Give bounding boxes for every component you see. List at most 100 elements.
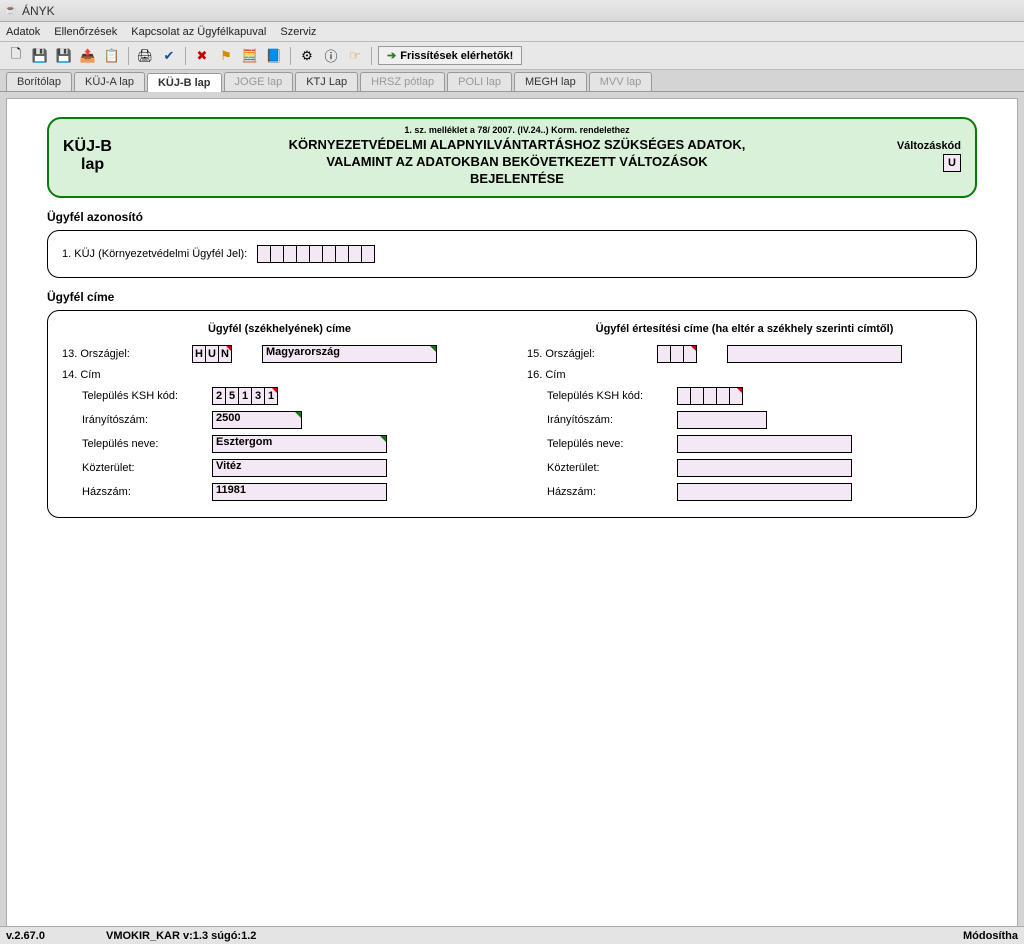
tab-hrsz[interactable]: HRSZ pótlap bbox=[360, 72, 445, 91]
refresh-arrow-icon: ➔ bbox=[387, 49, 396, 62]
tab-kuj-b[interactable]: KÜJ-B lap bbox=[147, 73, 222, 92]
ksh-cell[interactable] bbox=[729, 387, 743, 405]
oj-cell[interactable] bbox=[657, 345, 671, 363]
kuj-cell[interactable] bbox=[322, 245, 336, 263]
menu-ellenorzesek[interactable]: Ellenőrzések bbox=[54, 26, 117, 38]
book-icon[interactable]: 📘 bbox=[264, 46, 284, 66]
kozt-b-label: Közterület: bbox=[527, 462, 677, 474]
ksh-cell[interactable]: 1 bbox=[264, 387, 278, 405]
ksh-cell[interactable] bbox=[690, 387, 704, 405]
telep-a-label: Település neve: bbox=[62, 438, 212, 450]
oj-cell[interactable]: U bbox=[205, 345, 219, 363]
delete-icon[interactable]: ✖ bbox=[192, 46, 212, 66]
ksh-cell[interactable]: 2 bbox=[212, 387, 226, 405]
menu-kapcsolat[interactable]: Kapcsolat az Ügyfélkapuval bbox=[131, 26, 266, 38]
oj-cell[interactable] bbox=[683, 345, 697, 363]
header-title-3: BEJELENTÉSE bbox=[173, 171, 861, 186]
header-right: Változáskód U bbox=[861, 140, 961, 172]
kuj-cell[interactable] bbox=[361, 245, 375, 263]
gear-icon[interactable]: ⚙ bbox=[297, 46, 317, 66]
telep-b-label: Település neve: bbox=[527, 438, 677, 450]
cime-box: Ügyfél (székhelyének) címe 13. Országjel… bbox=[47, 310, 977, 518]
orszagjel-b-cells[interactable] bbox=[657, 345, 697, 363]
kuj-cell[interactable] bbox=[283, 245, 297, 263]
ksh-cell[interactable] bbox=[716, 387, 730, 405]
kuj-label: 1. KÜJ (Környezetvédelmi Ügyfél Jel): bbox=[62, 248, 247, 260]
irsz-b-label: Irányítószám: bbox=[527, 414, 677, 426]
tab-joge[interactable]: JOGE lap bbox=[224, 72, 294, 91]
irsz-a-input[interactable]: 2500 bbox=[212, 411, 302, 429]
exit-icon[interactable]: ☞ bbox=[345, 46, 365, 66]
toolbar-sep-3 bbox=[290, 47, 291, 65]
toolbar: 🗋 💾 💾 📤 📋 🖨 ✔ ✖ ⚑ 🧮 📘 ⚙ ⓘ ☞ ➔ Frissítése… bbox=[0, 42, 1024, 70]
orszag-a-input[interactable]: Magyarország bbox=[262, 345, 437, 363]
ksh-cell[interactable]: 1 bbox=[238, 387, 252, 405]
oj-cell[interactable]: H bbox=[192, 345, 206, 363]
flag-icon[interactable]: ⚑ bbox=[216, 46, 236, 66]
info-icon[interactable]: ⓘ bbox=[321, 46, 341, 66]
toolbar-sep-2 bbox=[185, 47, 186, 65]
ksh-cell[interactable]: 3 bbox=[251, 387, 265, 405]
orszag-b-input[interactable] bbox=[727, 345, 902, 363]
status-mode: Módosítha bbox=[963, 930, 1018, 942]
export-icon[interactable]: 📤 bbox=[78, 46, 98, 66]
tab-megh[interactable]: MEGH lap bbox=[514, 72, 587, 91]
menubar: Adatok Ellenőrzések Kapcsolat az Ügyfélk… bbox=[0, 22, 1024, 42]
header-left-line1: KÜJ-B bbox=[63, 138, 173, 156]
app-icon: ☕ bbox=[4, 4, 18, 18]
calc-icon[interactable]: 🧮 bbox=[240, 46, 260, 66]
irsz-b-input[interactable] bbox=[677, 411, 767, 429]
telep-a-input[interactable]: Esztergom bbox=[212, 435, 387, 453]
kuj-cell[interactable] bbox=[335, 245, 349, 263]
kuj-cell[interactable] bbox=[309, 245, 323, 263]
header-title-2: VALAMINT AZ ADATOKBAN BEKÖVETKEZETT VÁLT… bbox=[173, 154, 861, 169]
telep-b-input[interactable] bbox=[677, 435, 852, 453]
valtozaskod-value[interactable]: U bbox=[943, 154, 961, 172]
ksh-a-cells[interactable]: 2 5 1 3 1 bbox=[212, 387, 278, 405]
status-version: v.2.67.0 bbox=[6, 930, 106, 942]
menu-adatok[interactable]: Adatok bbox=[6, 26, 40, 38]
ksh-cell[interactable] bbox=[677, 387, 691, 405]
check-icon[interactable]: ✔ bbox=[159, 46, 179, 66]
titlebar: ☕ ÁNYK bbox=[0, 0, 1024, 22]
kuj-cell[interactable] bbox=[270, 245, 284, 263]
tab-boritolap[interactable]: Borítólap bbox=[6, 72, 72, 91]
menu-szerviz[interactable]: Szerviz bbox=[280, 26, 316, 38]
header-left-line2: lap bbox=[63, 156, 173, 174]
tab-mvv[interactable]: MVV lap bbox=[589, 72, 653, 91]
hsz-a-input[interactable]: 11981 bbox=[212, 483, 387, 501]
ksh-b-cells[interactable] bbox=[677, 387, 743, 405]
print-icon[interactable]: 🖨 bbox=[135, 46, 155, 66]
ksh-a-label: Település KSH kód: bbox=[62, 390, 212, 402]
kuj-cell[interactable] bbox=[296, 245, 310, 263]
new-icon[interactable]: 🗋 bbox=[6, 46, 26, 66]
kozt-a-label: Közterület: bbox=[62, 462, 212, 474]
hsz-a-label: Házszám: bbox=[62, 486, 212, 498]
col-b-title: Ügyfél értesítési címe (ha eltér a székh… bbox=[527, 323, 962, 335]
kuj-cell[interactable] bbox=[257, 245, 271, 263]
col-ertesitesi: Ügyfél értesítési címe (ha eltér a székh… bbox=[527, 323, 962, 507]
oj-cell[interactable]: N bbox=[218, 345, 232, 363]
refresh-button[interactable]: ➔ Frissítések elérhetők! bbox=[378, 46, 522, 65]
tab-ktj[interactable]: KTJ Lap bbox=[295, 72, 358, 91]
save-as-icon[interactable]: 💾 bbox=[54, 46, 74, 66]
section-azonosito-title: Ügyfél azonosító bbox=[47, 210, 977, 224]
hsz-b-input[interactable] bbox=[677, 483, 852, 501]
oj-cell[interactable] bbox=[670, 345, 684, 363]
clipboard-icon[interactable]: 📋 bbox=[102, 46, 122, 66]
form-page: KÜJ-B lap 1. sz. melléklet a 78/ 2007. (… bbox=[6, 98, 1018, 938]
col-szekhely: Ügyfél (székhelyének) címe 13. Országjel… bbox=[62, 323, 497, 507]
kuj-cells[interactable] bbox=[257, 245, 375, 263]
orszagjel-a-cells[interactable]: H U N bbox=[192, 345, 232, 363]
ksh-cell[interactable] bbox=[703, 387, 717, 405]
kozt-b-input[interactable] bbox=[677, 459, 852, 477]
cim-b-label: 16. Cím bbox=[527, 369, 657, 381]
tab-poli[interactable]: POLI lap bbox=[447, 72, 512, 91]
ksh-b-label: Település KSH kód: bbox=[527, 390, 677, 402]
statusbar: v.2.67.0 VMOKIR_KAR v:1.3 súgó:1.2 Módos… bbox=[0, 926, 1024, 944]
kuj-cell[interactable] bbox=[348, 245, 362, 263]
kozt-a-input[interactable]: Vitéz bbox=[212, 459, 387, 477]
tab-kuj-a[interactable]: KÜJ-A lap bbox=[74, 72, 145, 91]
save-icon[interactable]: 💾 bbox=[30, 46, 50, 66]
ksh-cell[interactable]: 5 bbox=[225, 387, 239, 405]
